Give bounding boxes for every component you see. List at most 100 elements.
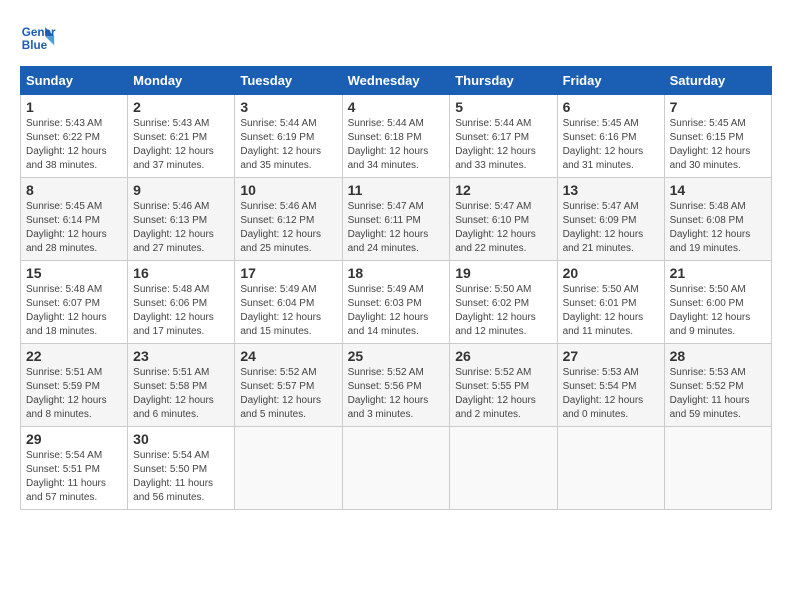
day-number: 8: [26, 182, 122, 198]
day-info: Sunrise: 5:51 AMSunset: 5:59 PMDaylight:…: [26, 367, 107, 420]
calendar-cell: [450, 427, 557, 510]
day-info: Sunrise: 5:54 AMSunset: 5:50 PMDaylight:…: [133, 450, 213, 503]
day-number: 16: [133, 265, 229, 281]
calendar-cell: 9 Sunrise: 5:46 AMSunset: 6:13 PMDayligh…: [128, 178, 235, 261]
calendar-cell: 7 Sunrise: 5:45 AMSunset: 6:15 PMDayligh…: [664, 95, 771, 178]
calendar-cell: 15 Sunrise: 5:48 AMSunset: 6:07 PMDaylig…: [21, 261, 128, 344]
day-number: 3: [240, 99, 336, 115]
day-number: 29: [26, 431, 122, 447]
calendar-cell: 27 Sunrise: 5:53 AMSunset: 5:54 PMDaylig…: [557, 344, 664, 427]
calendar-header-friday: Friday: [557, 67, 664, 95]
calendar-cell: 6 Sunrise: 5:45 AMSunset: 6:16 PMDayligh…: [557, 95, 664, 178]
day-number: 5: [455, 99, 551, 115]
calendar-cell: 17 Sunrise: 5:49 AMSunset: 6:04 PMDaylig…: [235, 261, 342, 344]
day-info: Sunrise: 5:52 AMSunset: 5:57 PMDaylight:…: [240, 367, 321, 420]
day-number: 11: [348, 182, 445, 198]
calendar-cell: 24 Sunrise: 5:52 AMSunset: 5:57 PMDaylig…: [235, 344, 342, 427]
day-info: Sunrise: 5:45 AMSunset: 6:15 PMDaylight:…: [670, 118, 751, 171]
calendar-cell: 19 Sunrise: 5:50 AMSunset: 6:02 PMDaylig…: [450, 261, 557, 344]
calendar-cell: 28 Sunrise: 5:53 AMSunset: 5:52 PMDaylig…: [664, 344, 771, 427]
calendar-cell: 23 Sunrise: 5:51 AMSunset: 5:58 PMDaylig…: [128, 344, 235, 427]
calendar-week-row: 8 Sunrise: 5:45 AMSunset: 6:14 PMDayligh…: [21, 178, 772, 261]
day-number: 4: [348, 99, 445, 115]
day-number: 6: [563, 99, 659, 115]
day-number: 30: [133, 431, 229, 447]
day-number: 10: [240, 182, 336, 198]
day-number: 7: [670, 99, 766, 115]
calendar-cell: 3 Sunrise: 5:44 AMSunset: 6:19 PMDayligh…: [235, 95, 342, 178]
calendar-cell: 16 Sunrise: 5:48 AMSunset: 6:06 PMDaylig…: [128, 261, 235, 344]
day-number: 12: [455, 182, 551, 198]
day-info: Sunrise: 5:50 AMSunset: 6:02 PMDaylight:…: [455, 284, 536, 337]
day-info: Sunrise: 5:49 AMSunset: 6:03 PMDaylight:…: [348, 284, 429, 337]
calendar-cell: 11 Sunrise: 5:47 AMSunset: 6:11 PMDaylig…: [342, 178, 450, 261]
calendar-cell: 5 Sunrise: 5:44 AMSunset: 6:17 PMDayligh…: [450, 95, 557, 178]
day-info: Sunrise: 5:46 AMSunset: 6:12 PMDaylight:…: [240, 201, 321, 254]
day-number: 13: [563, 182, 659, 198]
calendar-cell: 22 Sunrise: 5:51 AMSunset: 5:59 PMDaylig…: [21, 344, 128, 427]
day-number: 23: [133, 348, 229, 364]
day-number: 15: [26, 265, 122, 281]
calendar-cell: [664, 427, 771, 510]
calendar-cell: 18 Sunrise: 5:49 AMSunset: 6:03 PMDaylig…: [342, 261, 450, 344]
calendar-header-monday: Monday: [128, 67, 235, 95]
calendar-cell: 26 Sunrise: 5:52 AMSunset: 5:55 PMDaylig…: [450, 344, 557, 427]
day-number: 19: [455, 265, 551, 281]
day-info: Sunrise: 5:48 AMSunset: 6:08 PMDaylight:…: [670, 201, 751, 254]
day-info: Sunrise: 5:45 AMSunset: 6:16 PMDaylight:…: [563, 118, 644, 171]
logo: General Blue: [20, 20, 60, 56]
calendar-header-sunday: Sunday: [21, 67, 128, 95]
day-info: Sunrise: 5:47 AMSunset: 6:10 PMDaylight:…: [455, 201, 536, 254]
calendar-table: SundayMondayTuesdayWednesdayThursdayFrid…: [20, 66, 772, 510]
calendar-body: 1 Sunrise: 5:43 AMSunset: 6:22 PMDayligh…: [21, 95, 772, 510]
day-number: 14: [670, 182, 766, 198]
calendar-cell: 14 Sunrise: 5:48 AMSunset: 6:08 PMDaylig…: [664, 178, 771, 261]
day-info: Sunrise: 5:50 AMSunset: 6:00 PMDaylight:…: [670, 284, 751, 337]
calendar-cell: [557, 427, 664, 510]
day-number: 27: [563, 348, 659, 364]
calendar-header-thursday: Thursday: [450, 67, 557, 95]
calendar-cell: 4 Sunrise: 5:44 AMSunset: 6:18 PMDayligh…: [342, 95, 450, 178]
calendar-cell: 2 Sunrise: 5:43 AMSunset: 6:21 PMDayligh…: [128, 95, 235, 178]
day-info: Sunrise: 5:53 AMSunset: 5:54 PMDaylight:…: [563, 367, 644, 420]
day-info: Sunrise: 5:45 AMSunset: 6:14 PMDaylight:…: [26, 201, 107, 254]
day-number: 9: [133, 182, 229, 198]
header: General Blue: [20, 20, 772, 56]
calendar-cell: 10 Sunrise: 5:46 AMSunset: 6:12 PMDaylig…: [235, 178, 342, 261]
calendar-header-saturday: Saturday: [664, 67, 771, 95]
day-info: Sunrise: 5:51 AMSunset: 5:58 PMDaylight:…: [133, 367, 214, 420]
day-info: Sunrise: 5:49 AMSunset: 6:04 PMDaylight:…: [240, 284, 321, 337]
calendar-cell: 13 Sunrise: 5:47 AMSunset: 6:09 PMDaylig…: [557, 178, 664, 261]
calendar-cell: 30 Sunrise: 5:54 AMSunset: 5:50 PMDaylig…: [128, 427, 235, 510]
calendar-header-row: SundayMondayTuesdayWednesdayThursdayFrid…: [21, 67, 772, 95]
day-info: Sunrise: 5:54 AMSunset: 5:51 PMDaylight:…: [26, 450, 106, 503]
day-info: Sunrise: 5:46 AMSunset: 6:13 PMDaylight:…: [133, 201, 214, 254]
calendar-week-row: 1 Sunrise: 5:43 AMSunset: 6:22 PMDayligh…: [21, 95, 772, 178]
day-info: Sunrise: 5:52 AMSunset: 5:56 PMDaylight:…: [348, 367, 429, 420]
day-info: Sunrise: 5:48 AMSunset: 6:07 PMDaylight:…: [26, 284, 107, 337]
calendar-week-row: 29 Sunrise: 5:54 AMSunset: 5:51 PMDaylig…: [21, 427, 772, 510]
calendar-cell: 1 Sunrise: 5:43 AMSunset: 6:22 PMDayligh…: [21, 95, 128, 178]
day-info: Sunrise: 5:47 AMSunset: 6:09 PMDaylight:…: [563, 201, 644, 254]
day-number: 24: [240, 348, 336, 364]
calendar-cell: 29 Sunrise: 5:54 AMSunset: 5:51 PMDaylig…: [21, 427, 128, 510]
day-number: 25: [348, 348, 445, 364]
day-info: Sunrise: 5:44 AMSunset: 6:18 PMDaylight:…: [348, 118, 429, 171]
day-info: Sunrise: 5:48 AMSunset: 6:06 PMDaylight:…: [133, 284, 214, 337]
calendar-week-row: 22 Sunrise: 5:51 AMSunset: 5:59 PMDaylig…: [21, 344, 772, 427]
day-number: 18: [348, 265, 445, 281]
day-number: 20: [563, 265, 659, 281]
day-info: Sunrise: 5:44 AMSunset: 6:19 PMDaylight:…: [240, 118, 321, 171]
calendar-cell: 25 Sunrise: 5:52 AMSunset: 5:56 PMDaylig…: [342, 344, 450, 427]
day-number: 1: [26, 99, 122, 115]
day-info: Sunrise: 5:47 AMSunset: 6:11 PMDaylight:…: [348, 201, 429, 254]
logo-icon: General Blue: [20, 20, 56, 56]
calendar-cell: [342, 427, 450, 510]
day-number: 28: [670, 348, 766, 364]
day-number: 21: [670, 265, 766, 281]
day-info: Sunrise: 5:43 AMSunset: 6:21 PMDaylight:…: [133, 118, 214, 171]
calendar-week-row: 15 Sunrise: 5:48 AMSunset: 6:07 PMDaylig…: [21, 261, 772, 344]
svg-text:Blue: Blue: [22, 39, 48, 52]
day-number: 26: [455, 348, 551, 364]
calendar-header-wednesday: Wednesday: [342, 67, 450, 95]
